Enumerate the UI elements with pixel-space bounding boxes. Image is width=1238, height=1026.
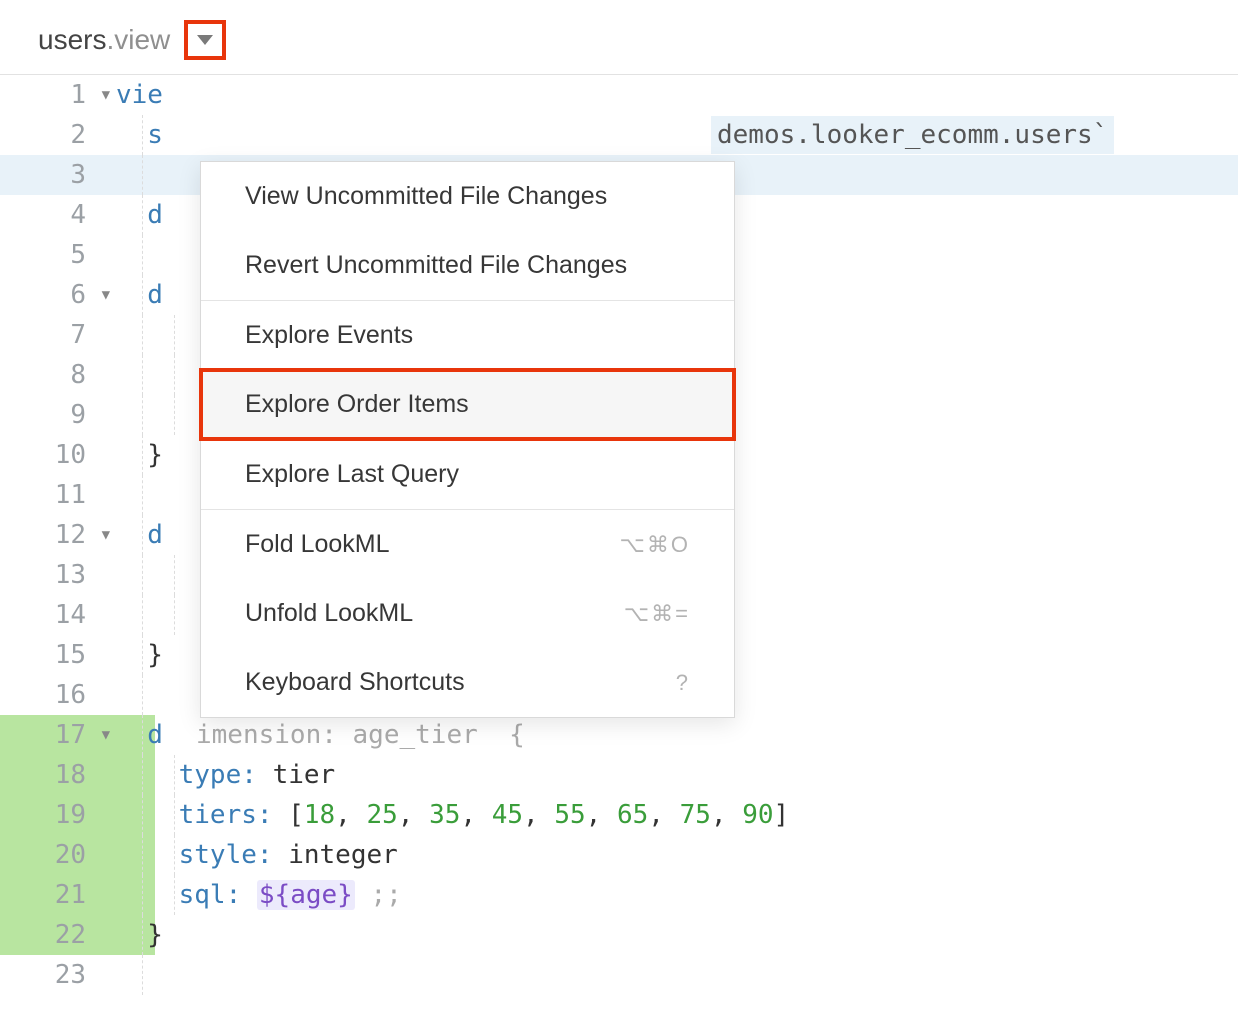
code-token: d bbox=[116, 280, 163, 310]
menu-item[interactable]: Explore Last Query bbox=[201, 440, 734, 509]
file-extension: .view bbox=[106, 24, 170, 55]
menu-item[interactable]: Explore Order Items bbox=[201, 370, 734, 439]
code-brace: } bbox=[116, 640, 163, 670]
menu-item[interactable]: Revert Uncommitted File Changes bbox=[201, 231, 734, 300]
menu-item-label: Keyboard Shortcuts bbox=[245, 668, 465, 697]
file-actions-caret[interactable] bbox=[184, 20, 226, 60]
menu-item-shortcut: ⌥⌘O bbox=[620, 532, 690, 558]
code-value: integer bbox=[288, 840, 398, 870]
fold-caret-icon[interactable]: ▼ bbox=[102, 275, 110, 315]
menu-item-label: Explore Last Query bbox=[245, 460, 459, 489]
code-token: s bbox=[116, 120, 163, 150]
fold-caret-icon[interactable]: ▼ bbox=[102, 515, 110, 555]
menu-item[interactable]: Unfold LookML ⌥⌘= bbox=[201, 579, 734, 648]
code-token: d bbox=[116, 200, 163, 230]
code-token: d bbox=[116, 720, 163, 750]
code-terminator: ;; bbox=[370, 880, 401, 910]
fold-caret-icon[interactable]: ▼ bbox=[102, 715, 110, 755]
menu-item-label: Fold LookML bbox=[245, 530, 390, 559]
code-string: demos.looker_ecomm.users` bbox=[711, 116, 1114, 154]
menu-item-label: Explore Order Items bbox=[245, 390, 469, 419]
code-key: style: bbox=[179, 840, 273, 870]
fold-caret-icon[interactable]: ▼ bbox=[102, 75, 110, 115]
caret-down-icon bbox=[197, 35, 213, 45]
menu-item-shortcut: ⌥⌘= bbox=[624, 601, 690, 627]
code-value: tier bbox=[273, 760, 336, 790]
code-token: d bbox=[116, 520, 163, 550]
code-brace: } bbox=[116, 440, 163, 470]
menu-item-label: Unfold LookML bbox=[245, 599, 413, 628]
file-basename: users bbox=[38, 24, 106, 55]
menu-item-shortcut: ? bbox=[676, 670, 690, 696]
menu-item-label: Explore Events bbox=[245, 321, 413, 350]
menu-item-label: View Uncommitted File Changes bbox=[245, 182, 607, 211]
code-key: type: bbox=[179, 760, 257, 790]
file-name: users.view bbox=[38, 24, 170, 56]
code-key: tiers: bbox=[179, 800, 273, 830]
file-tab[interactable]: users.view bbox=[0, 0, 1238, 75]
code-array: 18, 25, 35, 45, 55, 65, 75, 90 bbox=[304, 800, 774, 830]
code-token: vie bbox=[116, 80, 163, 110]
code-editor[interactable]: 1▼vie 2 sdemos.looker_ecomm.users` 3 4 d… bbox=[0, 75, 1238, 995]
menu-item[interactable]: Explore Events bbox=[201, 301, 734, 370]
menu-item[interactable]: Fold LookML ⌥⌘O bbox=[201, 510, 734, 579]
file-actions-menu: View Uncommitted File Changes Revert Unco… bbox=[200, 161, 735, 718]
menu-item[interactable]: Keyboard Shortcuts? bbox=[201, 648, 734, 717]
code-brace: } bbox=[116, 920, 163, 950]
menu-item-label: Revert Uncommitted File Changes bbox=[245, 251, 627, 280]
menu-item[interactable]: View Uncommitted File Changes bbox=[201, 162, 734, 231]
code-key: sql: bbox=[179, 880, 242, 910]
code-reference: ${age} bbox=[257, 880, 355, 910]
